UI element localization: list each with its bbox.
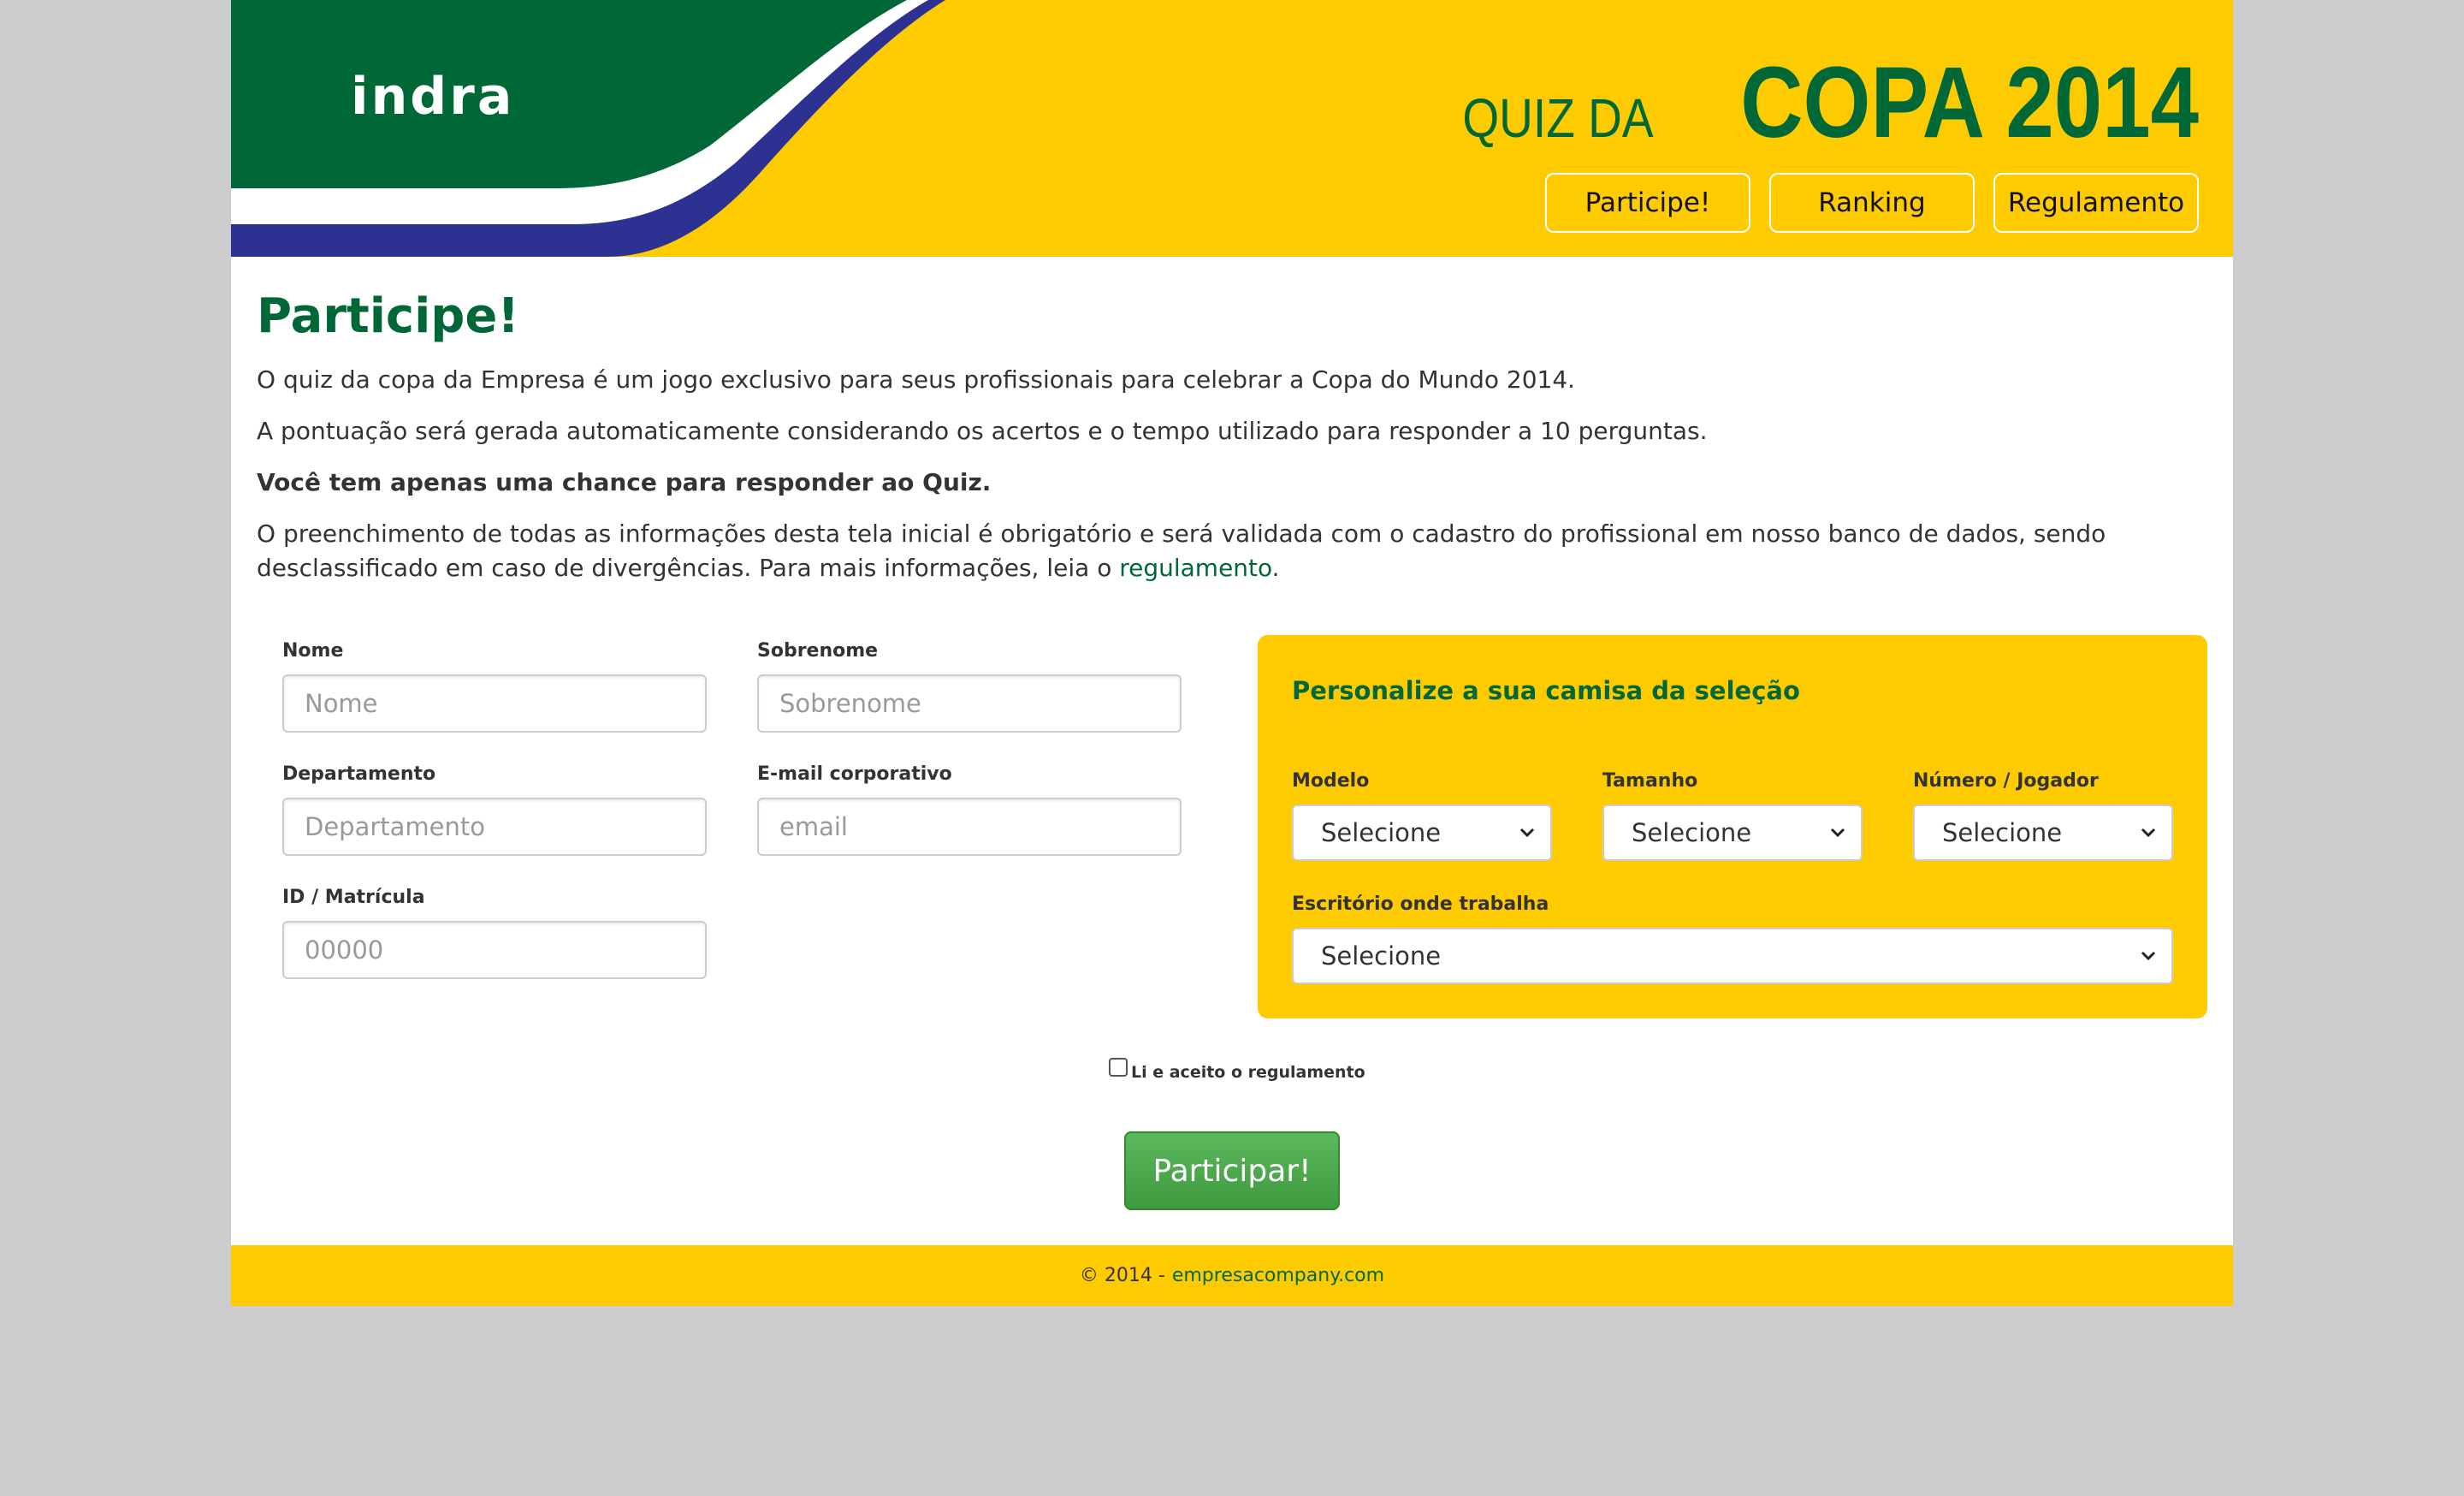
flag-wave-graphic xyxy=(231,0,945,257)
top-nav: Participe! Ranking Regulamento xyxy=(1545,173,2199,233)
escritorio-select[interactable]: Selecione xyxy=(1292,928,2173,984)
intro-paragraph-1: O quiz da copa da Empresa é um jogo excl… xyxy=(257,365,1576,394)
indra-logo: indra xyxy=(351,67,515,127)
id-label: ID / Matrícula xyxy=(282,887,425,908)
modelo-select-value: Selecione xyxy=(1321,818,1442,847)
participar-submit-button[interactable]: Participar! xyxy=(1124,1131,1340,1210)
sobrenome-input[interactable] xyxy=(757,674,1182,733)
accept-terms-label: Li e aceito o regulamento xyxy=(1131,1063,1365,1082)
tamanho-field-group: Tamanho Selecione xyxy=(1602,770,1863,861)
id-input[interactable] xyxy=(282,921,707,979)
numero-field-group: Número / Jogador Selecione xyxy=(1913,770,2173,861)
footer-copyright: © 2014 - xyxy=(1079,1265,1165,1286)
tamanho-select[interactable]: Selecione xyxy=(1602,804,1863,861)
escritorio-label: Escritório onde trabalha xyxy=(1292,893,1549,915)
escritorio-select-value: Selecione xyxy=(1321,941,1442,971)
panel-title: Personalize a sua camisa da seleção xyxy=(1292,676,1800,705)
footer-site-link[interactable]: empresacompany.com xyxy=(1172,1265,1384,1286)
modelo-label: Modelo xyxy=(1292,770,1370,792)
escritorio-field-group: Escritório onde trabalha Selecione xyxy=(1292,893,2173,984)
modelo-select[interactable]: Selecione xyxy=(1292,804,1552,861)
email-label: E-mail corporativo xyxy=(757,763,952,785)
nome-input[interactable] xyxy=(282,674,707,733)
sobrenome-label: Sobrenome xyxy=(757,640,879,662)
chevron-down-icon xyxy=(1830,828,1845,838)
intro-section: Participe! O quiz da copa da Empresa é u… xyxy=(257,282,2207,603)
nome-field-group: Nome xyxy=(282,640,707,733)
chevron-down-icon xyxy=(1519,828,1535,838)
departamento-input[interactable] xyxy=(282,798,707,856)
sobrenome-field-group: Sobrenome xyxy=(757,640,1182,733)
nav-ranking-button[interactable]: Ranking xyxy=(1769,173,1975,233)
quiz-title-big: COPA 2014 xyxy=(1740,46,2199,159)
modelo-field-group: Modelo Selecione xyxy=(1292,770,1552,861)
header-banner: indra QUIZ DA COPA 2014 Participe! Ranki… xyxy=(231,0,2233,257)
intro-paragraph-2: A pontuação será gerada automaticamente … xyxy=(257,417,1708,445)
nome-label: Nome xyxy=(282,640,344,662)
numero-select[interactable]: Selecione xyxy=(1913,804,2173,861)
intro-paragraph-warning: Você tem apenas uma chance para responde… xyxy=(257,468,992,496)
shirt-customization-panel: Personalize a sua camisa da seleção Mode… xyxy=(1258,635,2207,1018)
email-field-group: E-mail corporativo xyxy=(757,763,1182,856)
nav-participe-button[interactable]: Participe! xyxy=(1545,173,1750,233)
email-input[interactable] xyxy=(757,798,1182,856)
accept-terms: Li e aceito o regulamento xyxy=(1109,1058,1365,1082)
page: indra QUIZ DA COPA 2014 Participe! Ranki… xyxy=(231,0,2233,1306)
intro-paragraph-4: O preenchimento de todas as informações … xyxy=(257,517,2207,585)
quiz-title-small: QUIZ DA xyxy=(1462,87,1654,149)
accept-terms-checkbox[interactable] xyxy=(1109,1058,1128,1077)
departamento-field-group: Departamento xyxy=(282,763,707,856)
chevron-down-icon xyxy=(2141,828,2156,838)
departamento-label: Departamento xyxy=(282,763,436,785)
tamanho-label: Tamanho xyxy=(1602,770,1698,792)
tamanho-select-value: Selecione xyxy=(1632,818,1752,847)
footer: © 2014 - empresacompany.com xyxy=(231,1245,2233,1306)
regulamento-link[interactable]: regulamento xyxy=(1119,554,1271,582)
id-field-group: ID / Matrícula xyxy=(282,887,707,979)
numero-label: Número / Jogador xyxy=(1913,770,2099,792)
chevron-down-icon xyxy=(2141,951,2156,961)
intro-paragraph-4-end: . xyxy=(1271,554,1280,582)
quiz-title: QUIZ DA COPA 2014 xyxy=(1431,45,2199,161)
numero-select-value: Selecione xyxy=(1942,818,2063,847)
nav-regulamento-button[interactable]: Regulamento xyxy=(1993,173,2199,233)
page-title: Participe! xyxy=(257,288,519,344)
